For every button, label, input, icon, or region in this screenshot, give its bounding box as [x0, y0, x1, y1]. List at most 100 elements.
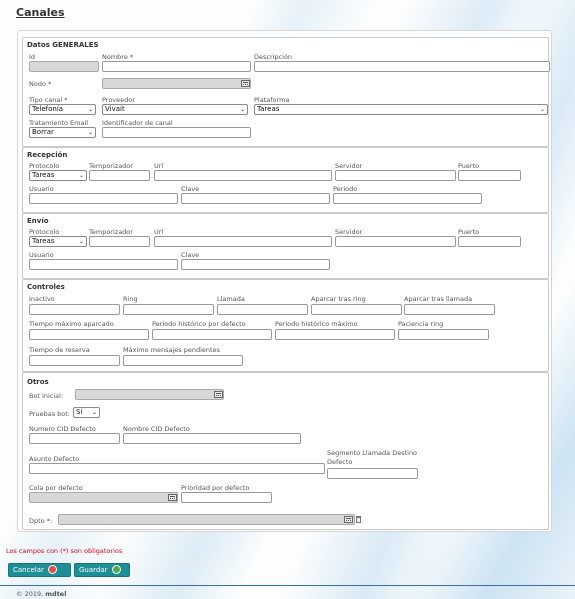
plataforma-select[interactable]: Tareas ⌄: [254, 104, 548, 115]
segmento-label-line2: Defecto: [327, 458, 353, 466]
cola-field[interactable]: [29, 492, 178, 503]
segmento-field[interactable]: [327, 468, 418, 479]
nombre-field[interactable]: [102, 61, 251, 72]
servidor-label: Servidor: [335, 162, 363, 170]
recepcion-servidor-field[interactable]: [335, 170, 456, 181]
identificador-field[interactable]: [102, 127, 251, 138]
pruebas-bot-label: Pruebas bot:: [29, 410, 70, 418]
tratamiento-value: Borrar: [32, 128, 54, 136]
tiempo-reserva-field[interactable]: [29, 355, 120, 366]
chevron-down-icon: ⌄: [78, 238, 84, 245]
nombre-cid-field[interactable]: [123, 433, 301, 444]
max-mensajes-field[interactable]: [123, 355, 243, 366]
tiempo-max-aparcado-field[interactable]: [29, 329, 149, 340]
proveedor-label: Proveedor: [102, 96, 135, 104]
pruebas-bot-select[interactable]: Si ⌄: [73, 407, 100, 418]
save-button[interactable]: Guardar: [74, 563, 130, 577]
servidor-label: Servidor: [335, 228, 363, 236]
trash-icon[interactable]: [356, 516, 361, 523]
segmento-label-line1: Segmento Llamada Destino: [327, 449, 418, 457]
bot-inicial-label: Bot inicial:: [29, 392, 64, 400]
inactivo-field[interactable]: [29, 304, 120, 315]
dpto-label: Dpto *:: [29, 517, 53, 525]
envio-protocolo-select[interactable]: Tareas ⌄: [29, 236, 87, 247]
periodo-hist-defecto-label: Periodo histórico por defecto: [152, 320, 246, 328]
dpto-field[interactable]: [58, 514, 355, 525]
temporizador-label: Temporizador: [89, 162, 133, 170]
chevron-down-icon: ⌄: [539, 106, 545, 113]
section-otros: Otros Bot inicial: Pruebas bot: Si ⌄ Nume…: [22, 372, 549, 530]
tiempo-reserva-label: Tiempo de reserva: [29, 346, 90, 354]
asunto-field[interactable]: [29, 463, 325, 474]
tratamiento-label: Tratamiento Email: [29, 119, 89, 127]
numero-cid-label: Numero CID Defecto: [29, 425, 96, 433]
protocolo-value: Tareas: [32, 171, 55, 179]
recepcion-temporizador-field[interactable]: [89, 170, 150, 181]
section-title: Controles: [27, 283, 65, 291]
recepcion-clave-field[interactable]: [181, 193, 330, 204]
save-button-label: Guardar: [79, 566, 108, 574]
nodo-picker-icon[interactable]: [241, 80, 250, 87]
chevron-down-icon: ⌄: [239, 106, 245, 113]
cancel-icon: [47, 564, 57, 574]
required-note: Los campos con (*) son obligatorios: [6, 547, 123, 555]
temporizador-label: Temporizador: [89, 228, 133, 236]
periodo-hist-max-field[interactable]: [275, 329, 395, 340]
recepcion-protocolo-select[interactable]: Tareas ⌄: [29, 170, 87, 181]
descripcion-field[interactable]: [254, 61, 550, 72]
paciencia-ring-field[interactable]: [398, 329, 489, 340]
section-title: Envío: [27, 217, 49, 225]
clave-label: Clave: [181, 185, 200, 193]
envio-temporizador-field[interactable]: [89, 236, 150, 247]
numero-cid-field[interactable]: [29, 433, 120, 444]
pruebas-bot-value: Si: [76, 408, 83, 416]
nodo-field[interactable]: [102, 78, 251, 89]
recepcion-periodo-field[interactable]: [333, 193, 482, 204]
nombre-label: Nombre *: [102, 53, 134, 61]
chevron-down-icon: ⌄: [78, 172, 84, 179]
periodo-hist-defecto-field[interactable]: [152, 329, 272, 340]
section-title: Datos GENERALES: [27, 41, 99, 49]
section-title: Recepción: [27, 151, 68, 159]
plataforma-value: Tareas: [257, 105, 280, 113]
recepcion-puerto-field[interactable]: [458, 170, 521, 181]
envio-usuario-field[interactable]: [29, 259, 178, 270]
tipo-canal-value: Telefonía: [32, 105, 64, 113]
aparcar-llamada-field[interactable]: [404, 304, 495, 315]
url-label: Url: [154, 228, 164, 236]
envio-puerto-field[interactable]: [458, 236, 521, 247]
protocolo-label: Protocolo: [29, 228, 60, 236]
periodo-label: Periodo: [333, 185, 358, 193]
cancel-button[interactable]: Cancelar: [8, 563, 71, 577]
proveedor-select[interactable]: Vivait ⌄: [102, 104, 248, 115]
footer-copyright: © 2019,: [16, 590, 44, 598]
nombre-cid-label: Nombre CID Defecto: [123, 425, 190, 433]
recepcion-usuario-field[interactable]: [29, 193, 178, 204]
inactivo-label: Inactivo: [29, 295, 55, 303]
protocolo-value: Tareas: [32, 237, 55, 245]
aparcar-ring-label: Aparcar tras ring: [311, 295, 366, 303]
descripcion-label: Descripción: [254, 53, 293, 61]
bot-inicial-picker-icon[interactable]: [214, 391, 223, 398]
envio-servidor-field[interactable]: [335, 236, 456, 247]
tipo-canal-select[interactable]: Telefonía ⌄: [29, 104, 96, 115]
llamada-field[interactable]: [217, 304, 308, 315]
max-mensajes-label: Máximo mensajes pendientes: [123, 346, 220, 354]
aparcar-ring-field[interactable]: [311, 304, 402, 315]
periodo-hist-max-label: Periodo histórico máximo: [275, 320, 358, 328]
envio-clave-field[interactable]: [181, 259, 330, 270]
ring-field[interactable]: [123, 304, 214, 315]
section-title: Otros: [27, 378, 49, 386]
cola-picker-icon[interactable]: [168, 494, 177, 501]
dpto-picker-icon[interactable]: [344, 516, 353, 523]
puerto-label: Puerto: [458, 228, 480, 236]
envio-url-field[interactable]: [154, 236, 332, 247]
recepcion-url-field[interactable]: [154, 170, 332, 181]
protocolo-label: Protocolo: [29, 162, 60, 170]
section-generales: Datos GENERALES Id Nombre * Descripción …: [22, 37, 550, 147]
bot-inicial-field[interactable]: [75, 389, 224, 400]
tratamiento-select[interactable]: Borrar ⌄: [29, 127, 96, 138]
chevron-down-icon: ⌄: [91, 409, 97, 416]
cancel-button-label: Cancelar: [13, 566, 44, 574]
prioridad-field[interactable]: [181, 492, 272, 503]
